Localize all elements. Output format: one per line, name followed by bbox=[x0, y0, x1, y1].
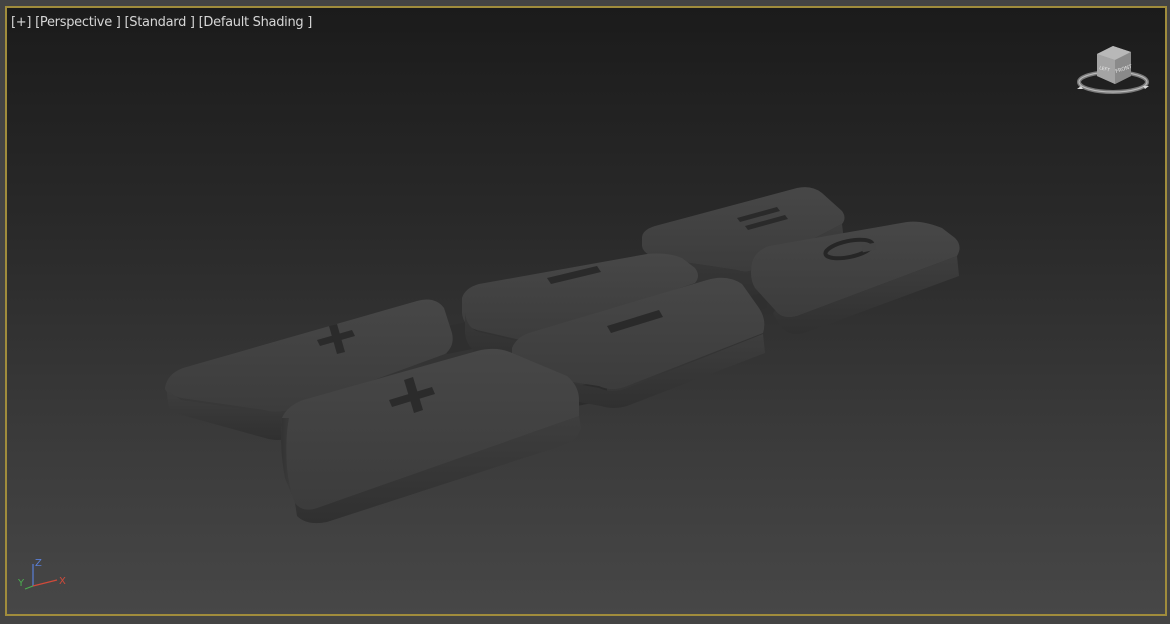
x-axis-line bbox=[32, 579, 58, 587]
x-axis-label: X bbox=[59, 576, 66, 587]
viewcube-icon[interactable]: FRONT LEFT bbox=[1075, 42, 1151, 100]
y-axis-line bbox=[24, 585, 34, 590]
y-axis-label: Y bbox=[17, 578, 25, 589]
z-axis-label: Z bbox=[35, 558, 42, 569]
axis-tripod-icon: Z X Y bbox=[17, 558, 66, 590]
scene-3d[interactable] bbox=[7, 8, 1165, 614]
perspective-viewport[interactable]: [+] [Perspective ] [Standard ] [Default … bbox=[5, 6, 1167, 616]
